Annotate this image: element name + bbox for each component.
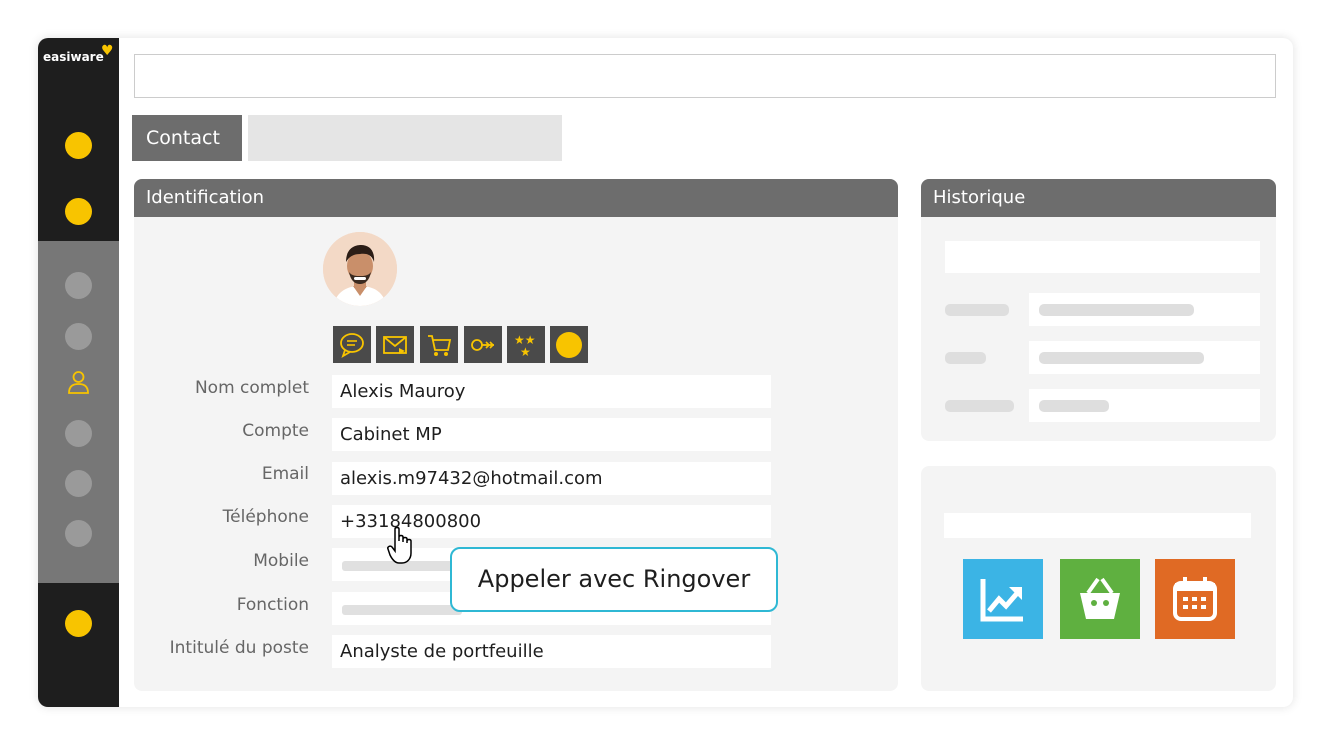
cart-icon[interactable]	[420, 326, 458, 363]
chart-icon	[980, 579, 1023, 622]
label-email: Email	[261, 464, 309, 484]
calendar-icon	[1173, 577, 1217, 621]
historique-panel: Historique	[921, 179, 1276, 441]
label-nom-complet: Nom complet	[194, 378, 309, 398]
label-mobile: Mobile	[253, 551, 309, 571]
sidebar-item-2[interactable]	[65, 198, 92, 225]
svg-text:★: ★	[520, 345, 531, 359]
historique-row[interactable]	[1029, 341, 1260, 374]
label-intitule: Intitulé du poste	[169, 638, 309, 658]
quick-actions-header	[944, 513, 1251, 538]
value-email[interactable]: alexis.m97432@hotmail.com	[332, 462, 771, 495]
search-input[interactable]	[134, 54, 1276, 98]
basket-icon	[1080, 577, 1120, 619]
logo-text: easiware	[43, 50, 104, 64]
heart-icon: ♥	[101, 43, 114, 59]
historique-row[interactable]	[1029, 389, 1260, 422]
chart-button[interactable]	[963, 559, 1043, 639]
sidebar: easiware ♥	[38, 38, 119, 707]
calendar-button[interactable]	[1155, 559, 1235, 639]
circle-icon[interactable]	[550, 326, 588, 363]
stars-icon[interactable]: ★★ ★	[507, 326, 545, 363]
label-telephone: Téléphone	[222, 507, 309, 527]
value-nom-complet[interactable]: Alexis Mauroy	[332, 375, 771, 408]
fonction-placeholder	[342, 605, 462, 615]
historique-header-row	[945, 241, 1260, 273]
historique-row[interactable]	[1029, 293, 1260, 326]
identification-title: Identification	[134, 179, 898, 217]
label-fonction: Fonction	[236, 595, 309, 615]
avatar	[323, 232, 397, 306]
historique-row-label	[945, 304, 1009, 316]
hand-cursor-icon	[387, 526, 412, 564]
basket-button[interactable]	[1060, 559, 1140, 639]
tab-contact[interactable]: Contact	[132, 115, 242, 161]
call-tooltip[interactable]: Appeler avec Ringover	[450, 547, 778, 612]
sidebar-item-1[interactable]	[65, 132, 92, 159]
chat-icon[interactable]	[333, 326, 371, 363]
sidebar-item-4[interactable]	[65, 323, 92, 350]
value-compte[interactable]: Cabinet MP	[332, 418, 771, 451]
easiware-logo[interactable]: easiware ♥	[43, 44, 115, 68]
value-intitule[interactable]: Analyste de portfeuille	[332, 635, 771, 668]
quick-actions-panel	[921, 466, 1276, 691]
user-icon[interactable]	[65, 369, 92, 396]
historique-row-label	[945, 400, 1014, 412]
tab-placeholder[interactable]	[248, 115, 562, 161]
historique-row-label	[945, 352, 986, 364]
sidebar-item-3[interactable]	[65, 272, 92, 299]
key-icon[interactable]	[464, 326, 502, 363]
sidebar-item-6[interactable]	[65, 420, 92, 447]
sidebar-item-8[interactable]	[65, 520, 92, 547]
identification-panel: Identification ★★ ★ Nom complet Alexis M…	[134, 179, 898, 691]
historique-title: Historique	[921, 179, 1276, 217]
sidebar-item-9[interactable]	[65, 610, 92, 637]
label-compte: Compte	[242, 421, 309, 441]
sidebar-item-7[interactable]	[65, 470, 92, 497]
mail-icon[interactable]	[376, 326, 414, 363]
